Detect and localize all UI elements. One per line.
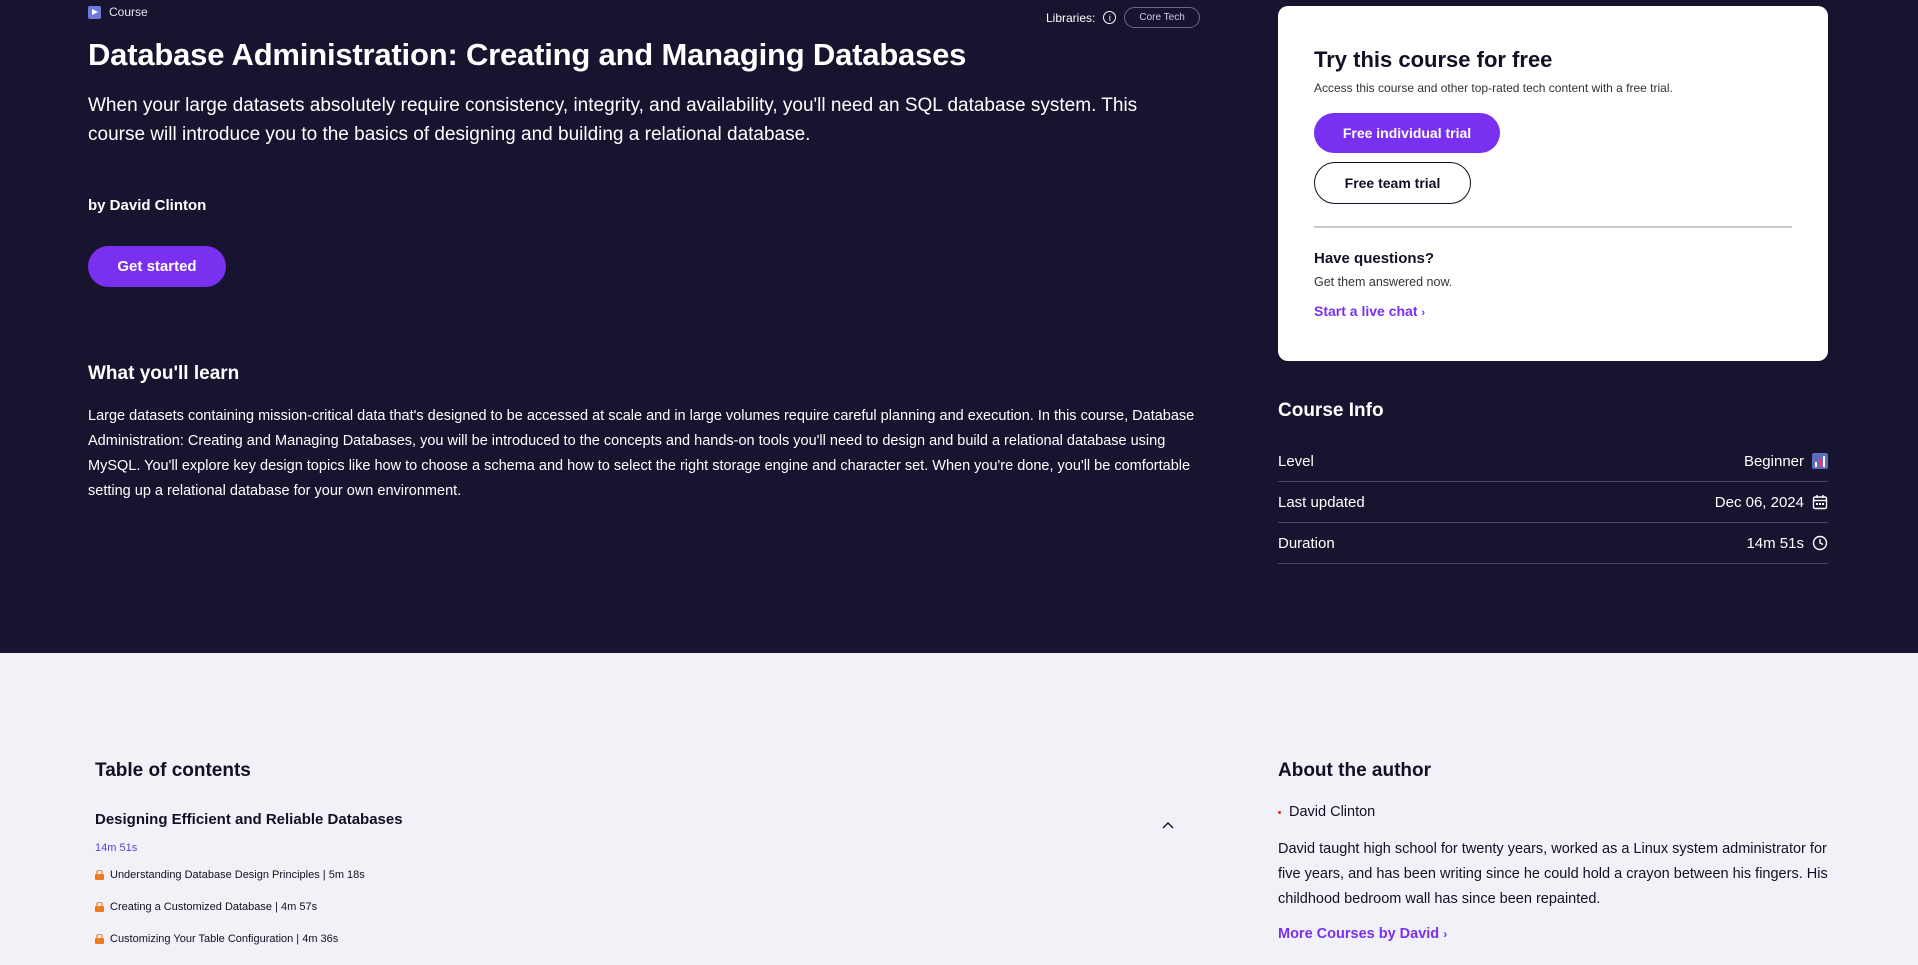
author-bio: David taught high school for twenty year… [1278, 841, 1828, 907]
toc-heading: Table of contents [95, 760, 251, 781]
more-courses-link[interactable]: More Courses by David › [1278, 926, 1447, 942]
breadcrumb[interactable]: Course [88, 5, 148, 19]
duration-value: 14m 51s [1746, 534, 1804, 552]
lock-icon [95, 870, 104, 880]
calendar-icon [1812, 495, 1828, 510]
about-heading: About the author [1278, 760, 1432, 781]
lock-icon [95, 934, 104, 944]
libraries: Libraries: i Core Tech [1046, 7, 1200, 28]
get-started-button[interactable]: Get started [88, 246, 226, 287]
course-subtitle: When your large datasets absolutely requ… [88, 95, 1138, 145]
course-info-duration: Duration 14m 51s [1278, 523, 1828, 564]
author-name: David Clinton [1278, 804, 1375, 820]
course-author: by David Clinton [88, 197, 207, 214]
lock-icon [95, 902, 104, 912]
course-play-icon [88, 5, 101, 19]
lesson-item[interactable]: Creating a Customized Database | 4m 57s [95, 901, 317, 913]
updated-label: Last updated [1278, 493, 1365, 511]
level-label: Level [1278, 452, 1314, 470]
author-name-text: David Clinton [1289, 804, 1376, 820]
lesson-label: Customizing Your Table Configuration | 4… [110, 933, 339, 945]
bar-chart-icon [1812, 453, 1828, 469]
course-info-updated: Last updated Dec 06, 2024 [1278, 482, 1828, 523]
lesson-item[interactable]: Customizing Your Table Configuration | 4… [95, 933, 338, 945]
module-title[interactable]: Designing Efficient and Reliable Databas… [95, 811, 403, 828]
live-chat-link[interactable]: Start a live chat › [1314, 303, 1425, 319]
more-courses-label: More Courses by David [1278, 926, 1440, 942]
questions-heading: Have questions? [1314, 250, 1435, 267]
course-title: Database Administration: Creating and Ma… [88, 37, 967, 72]
free-individual-trial-button[interactable]: Free individual trial [1314, 113, 1500, 153]
card-divider [1314, 226, 1792, 228]
module-duration: 14m 51s [95, 842, 138, 854]
course-info-heading: Course Info [1278, 400, 1384, 421]
chevron-right-icon: › [1421, 307, 1426, 319]
library-chip[interactable]: Core Tech [1124, 7, 1200, 28]
course-info-level: Level Beginner [1278, 441, 1828, 482]
free-team-trial-button[interactable]: Free team trial [1314, 162, 1471, 204]
chevron-up-icon[interactable] [1160, 817, 1176, 833]
questions-subtext: Get them answered now. [1314, 275, 1453, 289]
lesson-item[interactable]: Understanding Database Design Principles… [95, 869, 365, 881]
level-value: Beginner [1743, 452, 1804, 470]
chevron-right-icon: › [1443, 927, 1448, 941]
lesson-label: Creating a Customized Database | 4m 57s [110, 901, 318, 913]
libraries-label: Libraries: [1046, 10, 1096, 25]
duration-label: Duration [1278, 534, 1335, 552]
updated-value: Dec 06, 2024 [1714, 493, 1804, 511]
breadcrumb-label: Course [109, 5, 148, 19]
learn-description: Large datasets containing mission-critic… [88, 408, 1195, 499]
clock-icon [1812, 535, 1828, 551]
trial-heading: Try this course for free [1314, 47, 1553, 72]
live-chat-label: Start a live chat [1314, 303, 1418, 319]
info-icon[interactable]: i [1103, 11, 1117, 24]
trial-card: Try this course for free Access this cou… [1278, 6, 1828, 361]
course-hero: Course Libraries: i Core Tech Database A… [0, 0, 1918, 653]
lesson-label: Understanding Database Design Principles… [110, 869, 365, 881]
bullet-icon [1278, 810, 1281, 814]
learn-heading: What you'll learn [88, 363, 240, 384]
trial-subtext: Access this course and other top-rated t… [1314, 81, 1673, 95]
